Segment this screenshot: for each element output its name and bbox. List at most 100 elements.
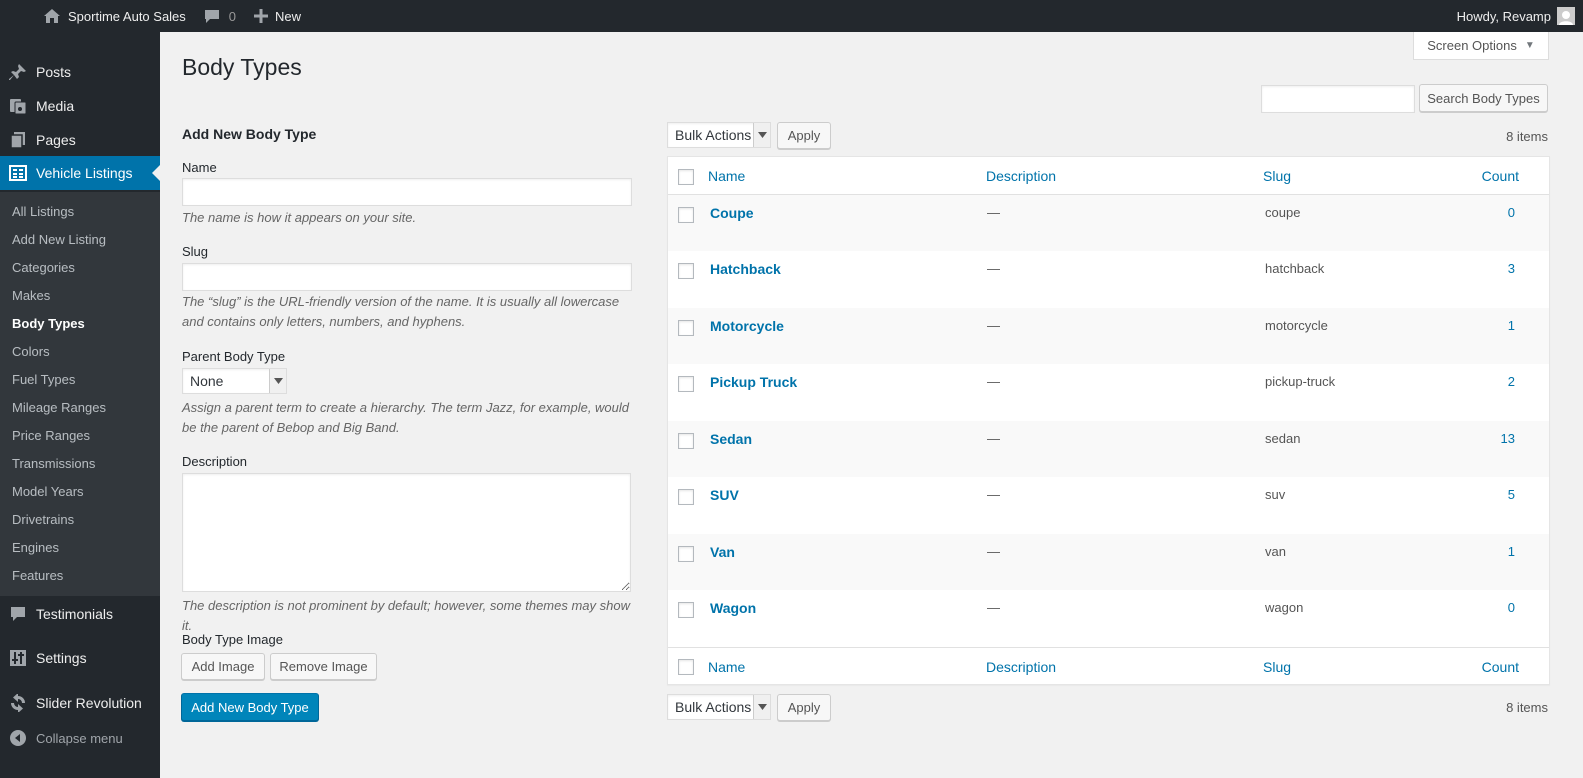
submenu-mileage-ranges[interactable]: Mileage Ranges <box>12 400 106 415</box>
add-new-heading: Add New Body Type <box>182 126 317 142</box>
admin-bar: Sportime Auto Sales 0 New Howdy, Revamp <box>0 0 1583 32</box>
media-icon <box>0 97 36 115</box>
table-row: Coupe — coupe 0 <box>668 195 1549 251</box>
column-count-header[interactable]: Count <box>1482 168 1519 184</box>
column-name-header[interactable]: Name <box>708 168 745 184</box>
row-checkbox[interactable] <box>678 207 694 223</box>
term-count-link[interactable]: 0 <box>1508 600 1515 615</box>
table-row: SUV — suv 5 <box>668 477 1549 533</box>
new-content-link[interactable]: New <box>254 0 301 32</box>
term-count-link[interactable]: 2 <box>1508 374 1515 389</box>
term-description: — <box>987 487 1000 502</box>
term-name-link[interactable]: Hatchback <box>710 261 781 277</box>
submenu-price-ranges[interactable]: Price Ranges <box>12 428 90 443</box>
collapse-arrow-icon <box>0 730 36 746</box>
search-body-types-button[interactable]: Search Body Types <box>1419 84 1548 112</box>
submenu-colors[interactable]: Colors <box>12 344 50 359</box>
row-checkbox[interactable] <box>678 433 694 449</box>
add-new-body-type-button[interactable]: Add New Body Type <box>181 693 319 721</box>
terms-table: Name Description Slug Count Coupe — coup… <box>667 156 1550 685</box>
name-hint: The name is how it appears on your site. <box>182 210 417 225</box>
name-label: Name <box>182 160 217 175</box>
apply-button-bottom[interactable]: Apply <box>777 694 831 721</box>
menu-label: Settings <box>36 650 87 666</box>
column-slug-footer[interactable]: Slug <box>1263 659 1291 675</box>
menu-posts[interactable]: Posts <box>0 55 160 89</box>
submenu-add-new-listing[interactable]: Add New Listing <box>12 232 106 247</box>
search-input[interactable] <box>1261 85 1415 113</box>
term-count-link[interactable]: 1 <box>1508 544 1515 559</box>
term-description: — <box>987 431 1000 446</box>
submenu-makes[interactable]: Makes <box>12 288 50 303</box>
row-checkbox[interactable] <box>678 546 694 562</box>
remove-image-button[interactable]: Remove Image <box>270 653 377 680</box>
menu-vehicle-listings[interactable]: Vehicle Listings <box>0 156 160 190</box>
term-count-link[interactable]: 13 <box>1501 431 1515 446</box>
admin-sidebar: Posts Media Pages Vehicle Listings All L… <box>0 32 160 778</box>
term-name-link[interactable]: Van <box>710 544 735 560</box>
submenu-features[interactable]: Features <box>12 568 63 583</box>
row-checkbox[interactable] <box>678 376 694 392</box>
comments-link[interactable]: 0 <box>204 0 236 32</box>
description-textarea[interactable] <box>182 473 631 592</box>
select-all-checkbox[interactable] <box>678 169 694 185</box>
menu-settings[interactable]: Settings <box>0 641 160 675</box>
listings-icon <box>0 165 36 181</box>
submenu-body-types[interactable]: Body Types <box>12 316 85 331</box>
column-count-footer[interactable]: Count <box>1482 659 1519 675</box>
row-checkbox[interactable] <box>678 602 694 618</box>
row-checkbox[interactable] <box>678 320 694 336</box>
add-image-button[interactable]: Add Image <box>181 653 265 680</box>
bulk-actions-select-bottom[interactable]: Bulk Actions <box>667 694 771 720</box>
parent-select[interactable]: None <box>182 368 287 394</box>
account-menu[interactable]: Howdy, Revamp <box>1457 0 1575 32</box>
slug-input[interactable] <box>182 263 632 291</box>
select-all-checkbox-bottom[interactable] <box>678 659 694 675</box>
menu-slider-revolution[interactable]: Slider Revolution <box>0 686 160 720</box>
column-description-footer[interactable]: Description <box>986 659 1056 675</box>
term-name-link[interactable]: SUV <box>710 487 739 503</box>
column-description-header[interactable]: Description <box>986 168 1056 184</box>
screen-options-button[interactable]: Screen Options ▼ <box>1413 32 1549 60</box>
column-slug-header[interactable]: Slug <box>1263 168 1291 184</box>
term-slug: suv <box>1265 487 1286 502</box>
items-count-bottom: 8 items <box>1506 700 1548 715</box>
column-name-footer[interactable]: Name <box>708 659 745 675</box>
submenu-fuel-types[interactable]: Fuel Types <box>12 372 75 387</box>
page-title: Body Types <box>182 54 302 80</box>
menu-label: Slider Revolution <box>36 695 142 711</box>
row-checkbox[interactable] <box>678 489 694 505</box>
term-count-link[interactable]: 3 <box>1508 261 1515 276</box>
table-row: Pickup Truck — pickup-truck 2 <box>668 364 1549 420</box>
term-count-link[interactable]: 5 <box>1508 487 1515 502</box>
menu-pages[interactable]: Pages <box>0 123 160 157</box>
menu-media[interactable]: Media <box>0 89 160 123</box>
table-header: Name Description Slug Count <box>668 157 1549 195</box>
site-name-link[interactable]: Sportime Auto Sales <box>44 0 186 32</box>
term-name-link[interactable]: Wagon <box>710 600 756 616</box>
term-name-link[interactable]: Pickup Truck <box>710 374 797 390</box>
term-name-link[interactable]: Motorcycle <box>710 318 784 334</box>
collapse-menu-button[interactable]: Collapse menu <box>0 726 160 750</box>
vehicle-listings-submenu: All Listings Add New Listing Categories … <box>0 192 160 596</box>
term-count-link[interactable]: 1 <box>1508 318 1515 333</box>
name-input[interactable] <box>182 178 632 206</box>
submenu-drivetrains[interactable]: Drivetrains <box>12 512 74 527</box>
bulk-actions-select-top[interactable]: Bulk Actions <box>667 122 771 148</box>
term-description: — <box>987 544 1000 559</box>
submenu-engines[interactable]: Engines <box>12 540 59 555</box>
submenu-all-listings[interactable]: All Listings <box>12 204 74 219</box>
submenu-model-years[interactable]: Model Years <box>12 484 84 499</box>
apply-button-top[interactable]: Apply <box>777 122 831 149</box>
bulk-actions-value: Bulk Actions <box>675 699 752 715</box>
menu-testimonials[interactable]: Testimonials <box>0 597 160 631</box>
term-name-link[interactable]: Coupe <box>710 205 754 221</box>
refresh-icon <box>0 694 36 712</box>
term-name-link[interactable]: Sedan <box>710 431 752 447</box>
submenu-categories[interactable]: Categories <box>12 260 75 275</box>
term-slug: coupe <box>1265 205 1301 220</box>
submenu-transmissions[interactable]: Transmissions <box>12 456 95 471</box>
term-count-link[interactable]: 0 <box>1508 205 1515 220</box>
row-checkbox[interactable] <box>678 263 694 279</box>
menu-label: Vehicle Listings <box>36 165 133 181</box>
